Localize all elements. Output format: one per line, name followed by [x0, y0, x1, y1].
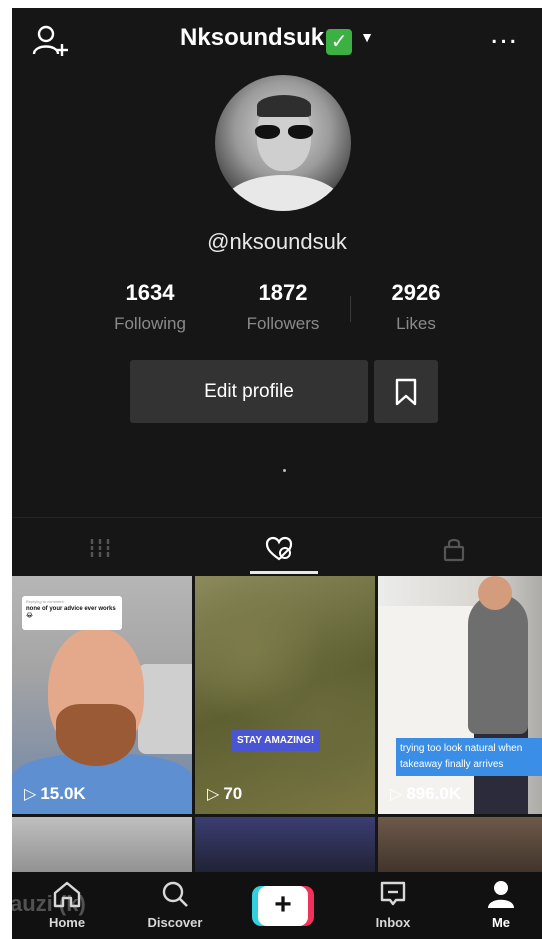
video-caption: trying too look natural when takeaway fi…: [396, 738, 542, 776]
tab-private[interactable]: [366, 518, 542, 578]
stat-followers[interactable]: 1872 Followers: [223, 280, 343, 334]
nav-discover[interactable]: Discover: [130, 880, 220, 930]
nav-inbox[interactable]: Inbox: [348, 880, 438, 930]
stat-divider: [350, 296, 351, 322]
username-title[interactable]: Nksoundsuk ✓ ▼: [12, 24, 542, 55]
profile-handle: @nksoundsuk: [207, 229, 347, 254]
lock-icon: [443, 538, 465, 562]
create-video-button[interactable]: +: [252, 886, 314, 926]
liked-hidden-heart-icon: [265, 536, 293, 561]
video-tile[interactable]: [378, 817, 542, 877]
watermark: auzi (k): [12, 891, 86, 916]
stat-likes: 2926 Likes: [356, 280, 476, 334]
likes-label: Likes: [396, 314, 436, 333]
phone-screen: Nksoundsuk ✓ ▼ ... @nksoundsuk 1634 Follow…: [12, 8, 542, 939]
username-text: Nksoundsuk: [180, 24, 325, 51]
comment-bubble: Replying to comment none of your advice …: [22, 596, 122, 630]
avatar[interactable]: [215, 75, 351, 211]
video-tile[interactable]: Replying to comment none of your advice …: [12, 576, 192, 814]
verified-check-icon: ✓: [326, 29, 353, 55]
followers-count: 1872: [258, 280, 308, 305]
stat-following[interactable]: 1634 Following: [90, 280, 210, 334]
following-label: Following: [114, 314, 186, 333]
profile-tabs: [12, 517, 542, 578]
video-tile[interactable]: STAY AMAZING! ▷ 70: [195, 576, 375, 814]
nav-me[interactable]: Me: [456, 880, 542, 930]
nav-me-label: Me: [491, 915, 511, 930]
search-icon: [162, 881, 188, 907]
edit-profile-button[interactable]: Edit profile: [130, 360, 368, 423]
bookmark-button[interactable]: [374, 360, 438, 423]
bookmark-icon: [395, 378, 417, 406]
inbox-icon: [380, 881, 406, 906]
plus-icon: +: [258, 886, 308, 926]
tab-videos[interactable]: [12, 518, 188, 578]
followers-label: Followers: [246, 314, 320, 333]
play-icon: ▷: [207, 786, 220, 803]
comment-bubble-header: Replying to comment: [26, 599, 64, 604]
video-tile[interactable]: [195, 817, 375, 877]
video-caption: STAY AMAZING!: [231, 730, 321, 751]
video-tile[interactable]: trying too look natural when takeaway fi…: [378, 576, 542, 814]
bottom-nav: Home Discover + Inbox Me: [12, 872, 542, 939]
bio-placeholder-dot: [283, 469, 286, 472]
video-tile[interactable]: [12, 817, 192, 877]
nav-discover-label: Discover: [147, 915, 203, 930]
following-count: 1634: [125, 280, 175, 305]
more-options-icon[interactable]: ...: [490, 19, 530, 49]
nav-inbox-label: Inbox: [375, 915, 411, 930]
view-count: ▷ 896.0K: [390, 784, 462, 803]
likes-count: 2926: [391, 280, 441, 305]
nav-home-label: Home: [48, 915, 86, 930]
comment-bubble-text: none of your advice ever works 😂: [26, 606, 116, 619]
view-count: ▷ 70: [207, 784, 243, 803]
chevron-down-icon: ▼: [360, 29, 374, 45]
tab-liked[interactable]: [189, 518, 365, 578]
grid-icon: [89, 539, 111, 557]
profile-icon: [488, 881, 514, 908]
play-icon: ▷: [390, 786, 403, 803]
play-icon: ▷: [24, 786, 37, 803]
top-bar: Nksoundsuk ✓ ▼ ...: [12, 8, 542, 72]
tab-active-indicator: [250, 571, 318, 574]
view-count: ▷ 15.0K: [24, 784, 86, 803]
